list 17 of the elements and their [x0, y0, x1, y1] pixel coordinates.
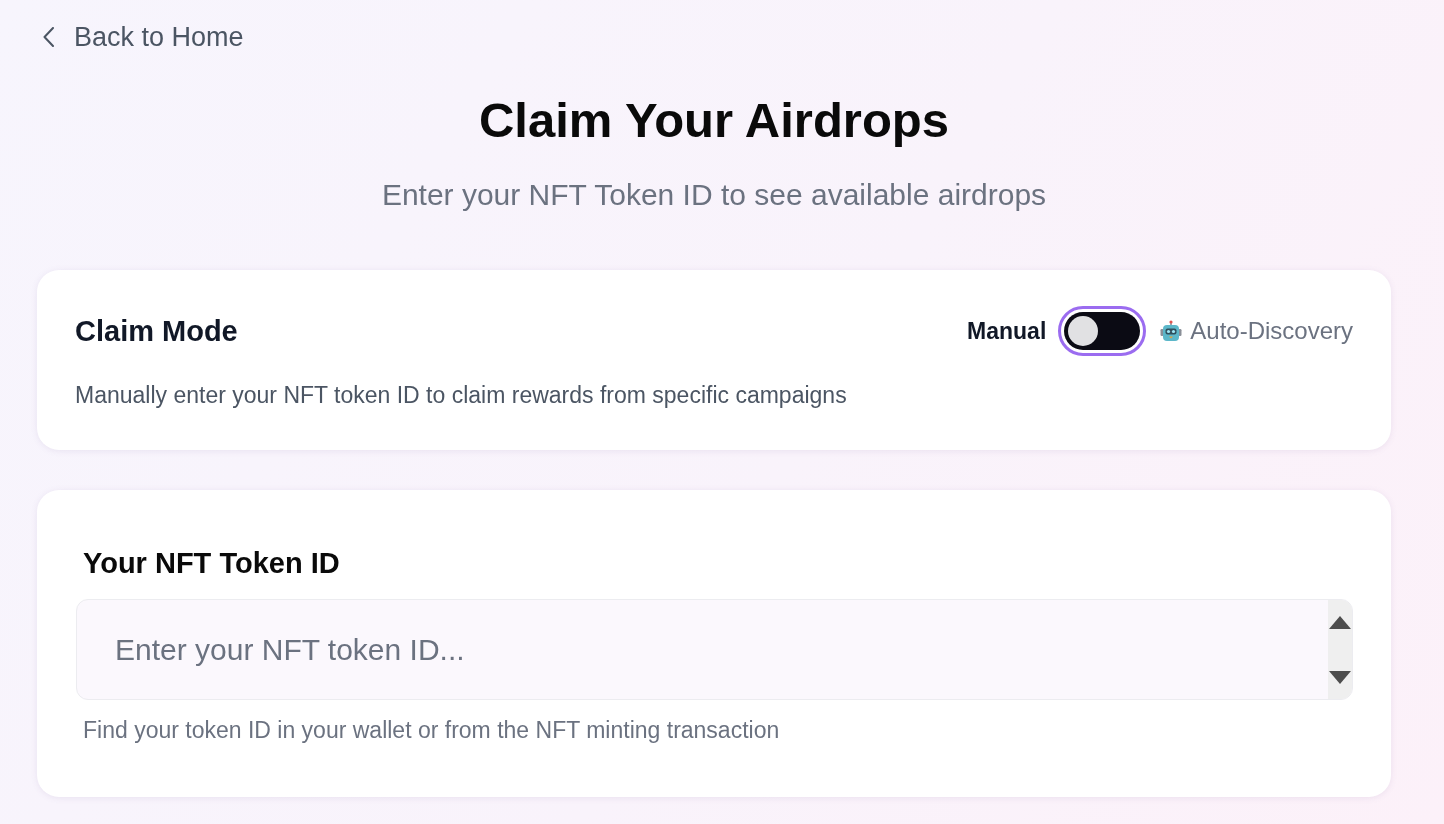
token-id-input[interactable]: Enter your NFT token ID...	[76, 599, 1353, 700]
field-hint: Find your token ID in your wallet or from the NFT minting transaction	[83, 717, 781, 743]
page-title: Claim Your Airdrops	[477, 92, 951, 148]
mode-toggle[interactable]	[1064, 312, 1141, 350]
decrement-button[interactable]	[1328, 670, 1352, 684]
triangle-down-icon	[1329, 670, 1351, 684]
card-title: Claim Mode	[75, 314, 238, 348]
mode-label: Manual	[967, 317, 1047, 345]
mode-label: Auto-Discovery	[1190, 317, 1353, 345]
robot-icon	[1160, 320, 1183, 342]
field-label: Your NFT Token ID	[83, 546, 341, 580]
page-subtitle: Enter your NFT Token ID to see available airdrops	[380, 178, 1048, 212]
back-link[interactable]: Back to Home	[43, 22, 244, 52]
increment-button[interactable]	[1328, 615, 1352, 629]
triangle-up-icon	[1329, 615, 1351, 629]
mode-description: Manually enter your NFT token ID to claim rewards from specific campaigns	[75, 382, 848, 408]
chevron-left-icon	[43, 27, 54, 47]
